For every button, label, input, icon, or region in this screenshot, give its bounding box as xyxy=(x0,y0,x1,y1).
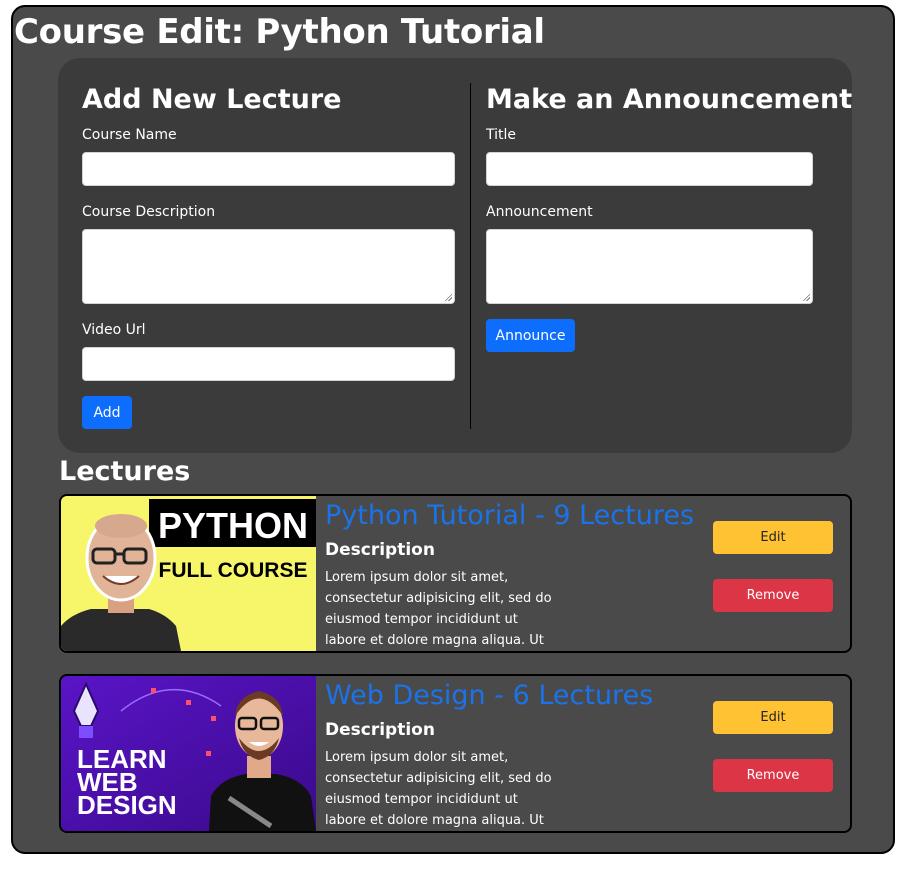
page-title: Course Edit: Python Tutorial xyxy=(14,12,545,52)
description-heading: Description xyxy=(325,720,435,740)
resize-handle-icon[interactable] xyxy=(802,293,810,301)
edit-button[interactable]: Edit xyxy=(713,521,833,554)
announcement-text-label: Announcement xyxy=(486,204,593,220)
course-description-text: Lorem ipsum dolor sit amet, consectetur … xyxy=(325,570,552,648)
announce-button[interactable]: Announce xyxy=(486,319,575,352)
course-title-link[interactable]: Web Design - 6 Lectures xyxy=(325,678,653,714)
remove-button[interactable]: Remove xyxy=(713,579,833,612)
announcement-heading: Make an Announcement xyxy=(486,84,853,115)
course-name-input[interactable] xyxy=(82,152,455,186)
thumb-text-line2: FULL COURSE xyxy=(159,559,308,582)
form-divider xyxy=(470,83,471,429)
thumb-text-line1: PYTHON xyxy=(158,505,308,546)
announcement-title-input[interactable] xyxy=(486,152,813,186)
edit-button[interactable]: Edit xyxy=(713,701,833,734)
course-name-label: Course Name xyxy=(82,127,177,143)
web-design-course-thumbnail-image: LEARN WEB DESIGN xyxy=(61,676,316,831)
video-url-input[interactable] xyxy=(82,347,455,381)
resize-handle-icon[interactable] xyxy=(444,293,452,301)
lecture-card: PYTHON FULL COURSE Python Tutorial - 9 L… xyxy=(59,494,852,653)
add-lecture-button[interactable]: Add xyxy=(82,396,132,429)
video-url-label: Video Url xyxy=(82,322,146,338)
python-course-thumbnail-image: PYTHON FULL COURSE xyxy=(61,496,316,651)
course-thumbnail: PYTHON FULL COURSE xyxy=(61,496,316,651)
remove-button[interactable]: Remove xyxy=(713,759,833,792)
course-title-link[interactable]: Python Tutorial - 9 Lectures xyxy=(325,498,694,534)
add-lecture-heading: Add New Lecture xyxy=(82,84,342,115)
forms-panel: Add New Lecture Course Name Course Descr… xyxy=(58,58,852,453)
lectures-heading: Lectures xyxy=(59,456,191,487)
course-description-text: Lorem ipsum dolor sit amet, consectetur … xyxy=(325,750,552,828)
thumb-text-line3: DESIGN xyxy=(77,790,177,820)
announcement-title-label: Title xyxy=(486,127,517,143)
lecture-card: LEARN WEB DESIGN Web Design - 6 Lectures… xyxy=(59,674,852,833)
course-description-textarea[interactable] xyxy=(82,229,455,304)
announcement-textarea[interactable] xyxy=(486,229,813,304)
description-heading: Description xyxy=(325,540,435,560)
course-thumbnail: LEARN WEB DESIGN xyxy=(61,676,316,831)
course-description-label: Course Description xyxy=(82,204,216,220)
